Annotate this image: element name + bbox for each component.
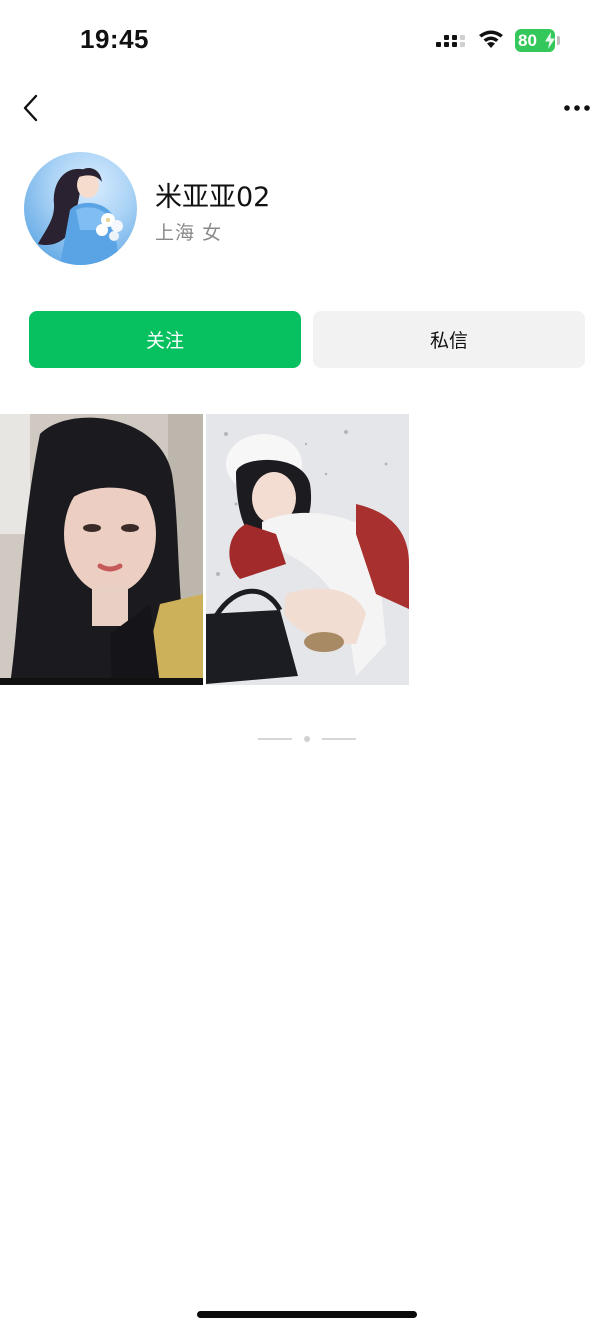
photo-thumbnail[interactable] — [206, 414, 409, 685]
charging-bolt-icon — [545, 32, 555, 49]
photo-portrait-image — [0, 414, 203, 685]
photo-snow-image — [206, 414, 409, 685]
profile-name: 米亚亚02 — [155, 182, 271, 213]
profile-screen: 19:45 80 米亚亚02 上海 女 关注 私信 — [0, 0, 614, 1331]
message-button[interactable]: 私信 — [313, 311, 585, 368]
signal-icon — [436, 35, 465, 47]
profile-location: 上海 — [155, 222, 196, 244]
home-indicator[interactable] — [197, 1311, 417, 1318]
follow-button[interactable]: 关注 — [29, 311, 301, 368]
profile-meta: 上海 女 — [155, 218, 222, 245]
avatar-illustration — [38, 167, 123, 265]
more-dots-icon[interactable] — [562, 100, 592, 116]
photo-thumbnail[interactable] — [0, 414, 203, 685]
follow-button-label: 关注 — [145, 330, 184, 352]
status-time: 19:45 — [80, 24, 149, 54]
battery-level: 80 — [518, 31, 537, 50]
profile-gender: 女 — [202, 222, 223, 244]
message-button-label: 私信 — [429, 330, 468, 352]
end-divider — [258, 736, 356, 742]
wifi-icon — [479, 30, 503, 48]
battery-cap — [557, 36, 560, 45]
avatar[interactable] — [24, 152, 137, 265]
back-chevron-icon[interactable] — [18, 92, 46, 124]
battery-icon: 80 — [515, 29, 555, 52]
